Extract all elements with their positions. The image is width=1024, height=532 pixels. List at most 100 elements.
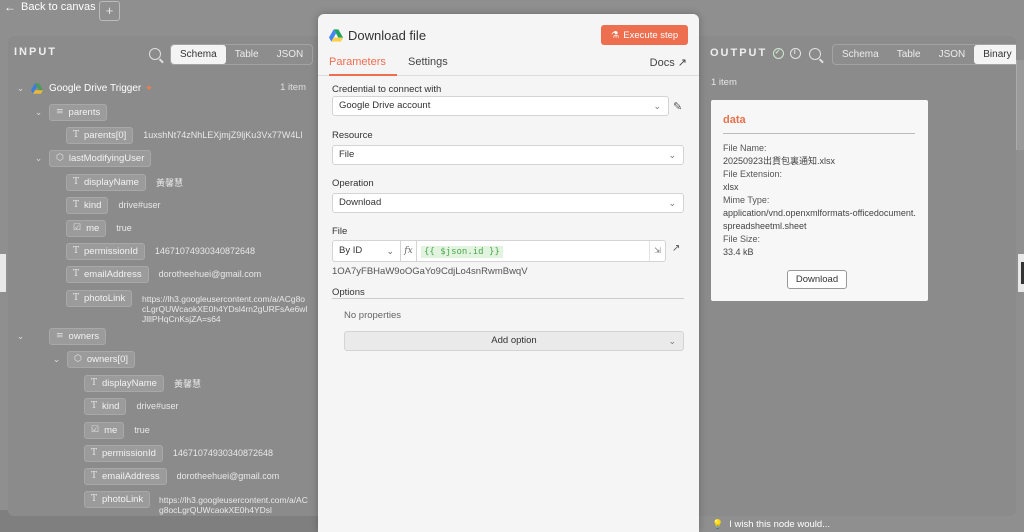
field-name: kind [84, 199, 102, 211]
field-pill[interactable]: ⬡ owners[0] [67, 350, 136, 368]
tab-schema[interactable]: Schema [171, 45, 226, 64]
trigger-name: Google Drive Trigger [49, 82, 142, 94]
tree-row[interactable]: Tkind drive#user [66, 196, 160, 214]
tab-schema[interactable]: Schema [833, 45, 888, 64]
execute-step-button[interactable]: ⚗ Execute step [601, 25, 688, 45]
feedback-link[interactable]: 💡 I wish this node would... [712, 519, 830, 530]
edit-credential-icon[interactable]: ✎ [673, 100, 685, 113]
tree-row[interactable]: TpermissionId 14671074930340872648 [66, 242, 255, 260]
list-icon: ≡ [56, 107, 64, 117]
left-edge-handle [0, 254, 6, 292]
text-type-icon: T [73, 246, 80, 256]
tab-table[interactable]: Table [888, 45, 930, 64]
tree-row[interactable]: ☑ me true [84, 421, 150, 439]
search-icon[interactable] [809, 48, 821, 60]
field-pill[interactable]: TemailAddress [66, 265, 149, 283]
tree-row[interactable]: TdisplayName 黃馨慧 [84, 374, 201, 392]
field-pill[interactable]: TpermissionId [84, 444, 163, 462]
file-id-expression-input[interactable]: {{ $json.id }} [417, 241, 649, 261]
field-pill[interactable]: ⬡ lastModifyingUser [49, 149, 152, 167]
expand-expression-icon[interactable]: ⇲ [649, 241, 665, 261]
open-file-icon[interactable]: ↗ [672, 243, 680, 254]
field-name: photoLink [102, 493, 144, 505]
chevron-down-icon[interactable]: ⌄ [16, 331, 25, 342]
binary-meta: File Name: 20250923出貨包裏通知.xlsx File Exte… [723, 142, 919, 259]
tab-binary[interactable]: Binary [974, 45, 1016, 64]
checkbox-type-icon: ☑ [73, 223, 82, 233]
output-title: OUTPUT [710, 47, 768, 59]
text-type-icon: T [73, 177, 80, 187]
divider [723, 133, 915, 134]
resource-select[interactable]: File ⌄ [332, 145, 684, 165]
info-icon[interactable]: i [790, 47, 802, 59]
tree-row[interactable]: ☑ me true [66, 219, 132, 237]
trigger-item-count: 1 item [280, 82, 306, 93]
node-title[interactable]: Download file [348, 28, 426, 43]
field-pill[interactable]: Tkind [84, 397, 127, 415]
field-pill[interactable]: TdisplayName [66, 173, 146, 191]
field-value: dorotheehuei@gmail.com [158, 269, 262, 279]
file-label: File [332, 226, 348, 237]
execute-label: Execute step [623, 29, 679, 41]
back-to-canvas-link[interactable]: ← Back to canvas [4, 0, 96, 14]
file-mode-value: By ID [339, 245, 363, 256]
tree-row[interactable]: TdisplayName 黃馨慧 [66, 173, 183, 191]
tree-row[interactable]: Tparents[0] 1uxshNt74zNhLEXjmjZ9ljKu3Vx7… [66, 126, 302, 144]
add-option-label: Add option [491, 335, 537, 346]
field-pill[interactable]: ☑ me [84, 421, 125, 439]
chevron-down-icon: ⌄ [386, 246, 394, 256]
active-tab-indicator [329, 74, 397, 76]
file-id-input-group: By ID ⌄ fx {{ $json.id }} ⇲ [332, 240, 666, 262]
tab-json[interactable]: JSON [930, 45, 975, 64]
docs-link[interactable]: Docs ↗ [650, 56, 687, 69]
divider [332, 298, 684, 299]
tab-table[interactable]: Table [226, 45, 268, 64]
field-pill[interactable]: Tparents[0] [66, 126, 134, 144]
node-settings-modal: Download file ⚗ Execute step Parameters … [318, 14, 699, 532]
tree-row[interactable]: ⌄ ≡ owners [16, 327, 107, 345]
credential-select[interactable]: Google Drive account ⌄ [332, 96, 669, 116]
text-type-icon: T [73, 269, 80, 279]
tab-parameters[interactable]: Parameters [329, 56, 386, 68]
field-pill[interactable]: ☑ me [66, 219, 107, 237]
field-pill[interactable]: ≡ owners [49, 327, 107, 345]
tab-json[interactable]: JSON [268, 45, 313, 64]
tree-row[interactable]: TphotoLink [84, 490, 151, 508]
tree-row[interactable]: Tkind drive#user [84, 397, 178, 415]
google-drive-icon [329, 29, 343, 42]
chevron-down-icon[interactable]: ⌄ [34, 107, 43, 118]
field-value: true [116, 223, 132, 233]
tree-root-row[interactable]: ⌄ Google Drive Trigger ✦ [16, 80, 316, 96]
file-ext-label: File Extension: [723, 169, 783, 179]
text-type-icon: T [91, 401, 98, 411]
tree-row[interactable]: TemailAddress dorotheehuei@gmail.com [84, 467, 279, 485]
back-label: Back to canvas [21, 1, 96, 13]
download-button[interactable]: Download [787, 270, 847, 289]
chevron-down-icon[interactable]: ⌄ [52, 354, 61, 365]
field-name: photoLink [84, 292, 126, 304]
field-pill[interactable]: TdisplayName [84, 374, 164, 392]
field-pill[interactable]: TphotoLink [66, 289, 133, 307]
field-pill[interactable]: ≡ parents [49, 103, 108, 121]
field-pill[interactable]: TemailAddress [84, 467, 167, 485]
chevron-down-icon[interactable]: ⌄ [34, 153, 43, 164]
tree-row[interactable]: ⌄ ⬡ owners[0] [52, 350, 136, 368]
field-pill[interactable]: TpermissionId [66, 242, 145, 260]
add-node-button[interactable]: + [99, 1, 120, 21]
add-option-select[interactable]: Add option ⌄ [344, 331, 684, 351]
file-mode-select[interactable]: By ID ⌄ [333, 241, 401, 261]
tree-row[interactable]: TphotoLink [66, 289, 133, 307]
object-icon: ⬡ [74, 354, 82, 364]
tree-row[interactable]: ⌄ ≡ parents [34, 103, 108, 121]
tree-row[interactable]: TemailAddress dorotheehuei@gmail.com [66, 265, 262, 283]
field-pill[interactable]: Tkind [66, 196, 109, 214]
tree-row[interactable]: TpermissionId 14671074930340872648 [84, 444, 273, 462]
search-icon[interactable] [149, 48, 161, 60]
tab-settings[interactable]: Settings [408, 56, 448, 68]
operation-select[interactable]: Download ⌄ [332, 193, 684, 213]
tree-row[interactable]: ⌄ ⬡ lastModifyingUser [34, 149, 152, 167]
chevron-down-icon[interactable]: ⌄ [16, 83, 25, 94]
list-icon: ≡ [56, 331, 64, 341]
resource-label: Resource [332, 130, 373, 141]
field-pill[interactable]: TphotoLink [84, 490, 151, 508]
